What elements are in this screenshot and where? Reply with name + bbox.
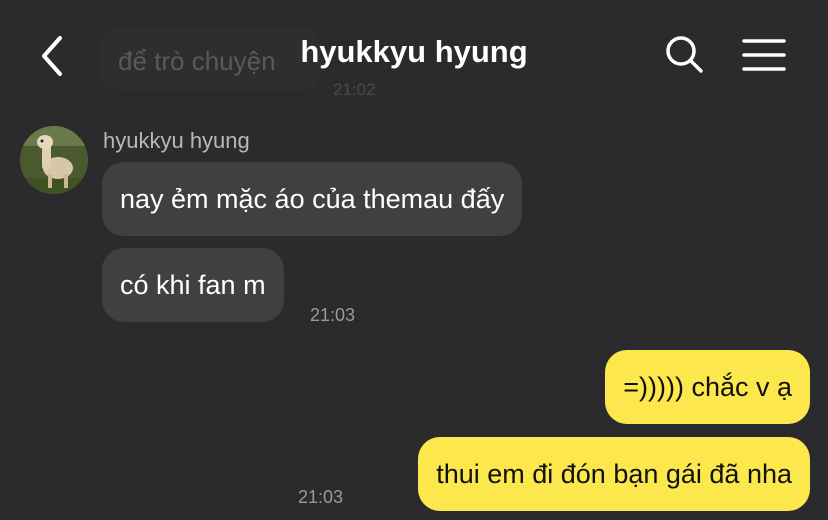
search-button[interactable] [664, 34, 704, 74]
incoming-timestamp: 21:03 [310, 305, 356, 325]
previous-message-time: 21:02 [333, 80, 376, 99]
incoming-message-bubble[interactable]: có khi fan m [102, 248, 284, 322]
message-text: thui em đi đón bạn gái đã nha [436, 458, 792, 489]
outgoing-message-bubble[interactable]: thui em đi đón bạn gái đã nha [418, 437, 810, 511]
outgoing-timestamp: 21:03 [298, 487, 344, 507]
sender-name: hyukkyu hyung [103, 128, 250, 153]
message-text: có khi fan m [120, 269, 266, 300]
search-icon [666, 36, 703, 73]
message-text: nay ẻm mặc áo của themau đấy [120, 183, 505, 214]
menu-button[interactable] [742, 38, 786, 72]
outgoing-message-bubble[interactable]: =))))) chắc v ạ [605, 350, 810, 424]
incoming-message-bubble[interactable]: nay ẻm mặc áo của themau đấy [102, 162, 523, 236]
llama-avatar-image [20, 126, 88, 194]
message-text: =))))) chắc v ạ [623, 371, 792, 402]
hamburger-menu-icon [742, 39, 786, 71]
sender-avatar[interactable] [20, 126, 88, 194]
